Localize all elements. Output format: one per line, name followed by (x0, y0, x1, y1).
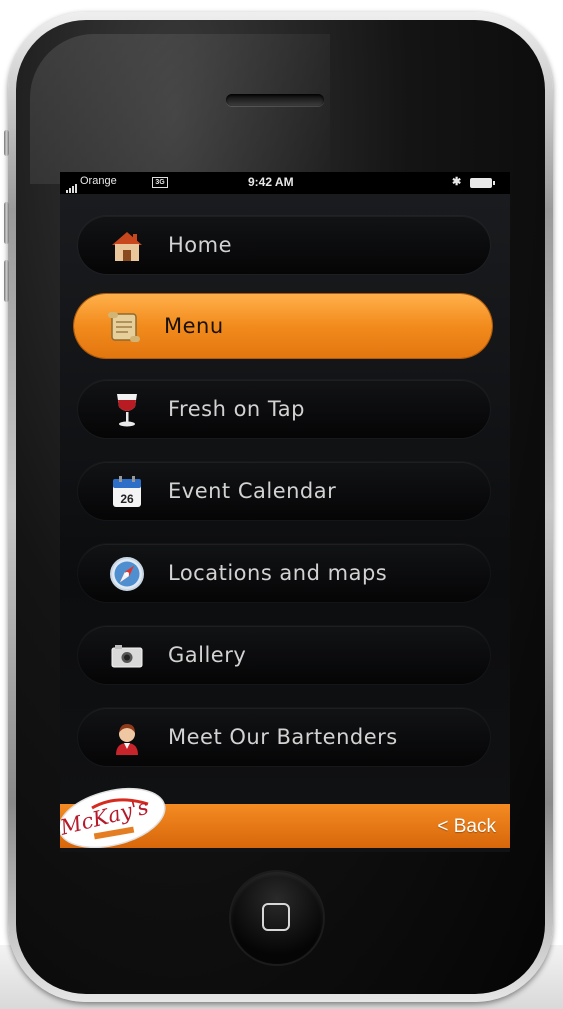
earpiece-speaker (226, 94, 324, 106)
home-button[interactable] (231, 872, 323, 964)
camera-icon (111, 645, 143, 668)
silent-switch (4, 130, 9, 156)
menu-item-home[interactable]: Home (78, 216, 490, 274)
screen: Orange 3G 9:42 AM ✱ Home Menu Fresh on T… (60, 172, 510, 852)
menu-item-meet-our-bartenders[interactable]: Meet Our Bartenders (78, 708, 490, 766)
menu-item-gallery[interactable]: Gallery (78, 626, 490, 684)
menu-item-fresh-on-tap[interactable]: Fresh on Tap (78, 380, 490, 438)
status-bar: Orange 3G 9:42 AM ✱ (60, 172, 510, 194)
carrier-name: Orange (80, 175, 117, 187)
calendar-day-number: 26 (120, 492, 134, 506)
home-icon (112, 232, 142, 261)
scroll-icon (108, 312, 140, 342)
home-button-square-icon (262, 903, 290, 931)
battery-icon (470, 178, 495, 188)
glass-glare (30, 34, 330, 184)
back-button[interactable]: < Back (437, 816, 496, 838)
menu-item-label: Gallery (168, 643, 247, 667)
menu-item-label: Home (168, 233, 233, 257)
menu-item-menu[interactable]: Menu (74, 294, 492, 358)
network-badge: 3G (152, 177, 168, 188)
mckays-logo[interactable]: McKay's (60, 778, 172, 848)
menu-item-label: Locations and maps (168, 561, 388, 585)
bartender-icon (116, 724, 138, 755)
menu-item-label: Event Calendar (168, 479, 337, 503)
signal-strength-icon (66, 179, 78, 193)
wine-glass-icon (117, 394, 137, 427)
menu-item-label: Meet Our Bartenders (168, 725, 398, 749)
volume-up-button (4, 202, 9, 244)
volume-down-button (4, 260, 9, 302)
calendar-icon: 26 (113, 476, 141, 507)
menu-item-label: Fresh on Tap (168, 397, 305, 421)
status-time: 9:42 AM (248, 175, 294, 189)
compass-icon (110, 557, 144, 591)
bluetooth-icon: ✱ (452, 176, 462, 188)
menu-item-event-calendar[interactable]: 26 Event Calendar (78, 462, 490, 520)
menu-item-label: Menu (164, 314, 224, 338)
menu-item-locations-and-maps[interactable]: Locations and maps (78, 544, 490, 602)
